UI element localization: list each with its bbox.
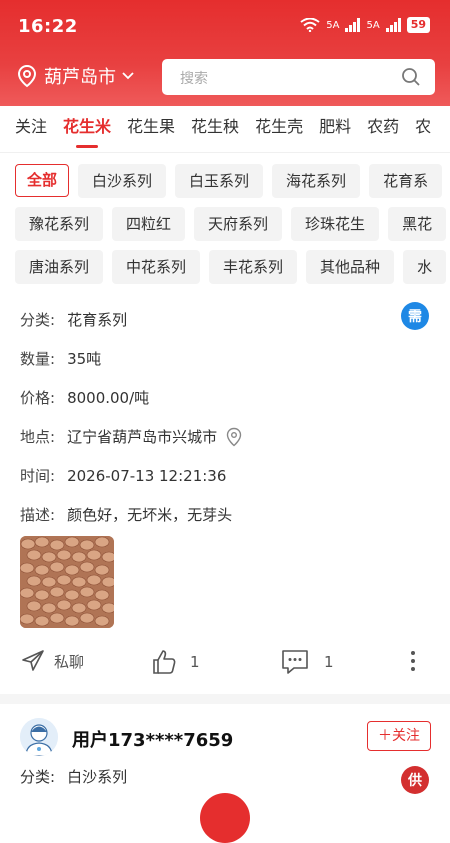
filter-chip[interactable]: 四粒红	[112, 207, 186, 241]
filter-chip[interactable]: 全部	[15, 164, 70, 197]
network-label-2: 5A	[366, 19, 380, 31]
tab-7[interactable]: 农	[407, 106, 439, 152]
time-value: 2026-07-13 12:21:36	[67, 466, 227, 485]
listing-actions: 私聊 1 1	[0, 640, 450, 686]
map-pin-icon[interactable]	[225, 427, 243, 447]
price-value: 8000.00/吨	[67, 389, 150, 407]
listing-card[interactable]: 分类: 花育系列 数量: 35吨 价格: 8000.00/吨 地点: 辽宁省葫芦岛市兴城…	[20, 300, 435, 534]
filter-chip[interactable]: 水	[403, 250, 447, 284]
avatar[interactable]	[20, 718, 58, 756]
private-chat-label: 私聊	[54, 652, 85, 671]
filter-chip[interactable]: 海花系列	[272, 164, 361, 198]
peanut-kernels-image	[20, 536, 114, 628]
filter-chip[interactable]: 中花系列	[112, 250, 201, 284]
chevron-down-icon	[122, 72, 134, 80]
listing-description: 描述: 颜色好，无坏米，无芽头	[20, 495, 435, 534]
category-label-2: 分类:	[20, 768, 56, 786]
filter-row: 豫花系列 四粒红 天府系列 珍珠花生 黑花	[0, 207, 450, 241]
more-options-button[interactable]	[408, 648, 418, 674]
plus-icon: ＋	[378, 728, 392, 744]
user-avatar-icon	[20, 718, 58, 756]
app-header: 16:22 5A 5A 59 葫芦岛市 搜索	[0, 0, 450, 106]
tab-5[interactable]: 肥料	[311, 106, 359, 152]
comment-count: 1	[324, 653, 334, 671]
filter-chip[interactable]: 唐油系列	[15, 250, 104, 284]
location-name: 葫芦岛市	[44, 67, 116, 88]
signal-icon-1	[345, 18, 361, 32]
listing-location: 地点: 辽宁省葫芦岛市兴城市	[20, 417, 435, 456]
comment-icon	[282, 650, 308, 674]
listing-card-2[interactable]: 分类: 白沙系列	[20, 766, 435, 787]
listing-quantity: 数量: 35吨	[20, 339, 435, 378]
tab-2[interactable]: 花生果	[119, 106, 183, 152]
wifi-icon	[300, 18, 320, 32]
search-placeholder: 搜索	[180, 71, 208, 87]
thumbs-up-icon	[153, 650, 176, 674]
filter-chip[interactable]: 白玉系列	[175, 164, 264, 198]
follow-label: 关注	[392, 728, 420, 744]
variety-filters: 全部 白沙系列 白玉系列 海花系列 花育系 豫花系列 四粒红 天府系列 珍珠花生 黑花 唐油系列 中花…	[0, 164, 450, 293]
listing-time: 时间: 2026-07-13 12:21:36	[20, 456, 435, 495]
filter-chip[interactable]: 黑花	[388, 207, 447, 241]
tab-4[interactable]: 花生壳	[247, 106, 311, 152]
section-divider	[0, 694, 450, 704]
filter-row: 唐油系列 中花系列 丰花系列 其他品种水	[0, 250, 450, 284]
price-label: 价格:	[20, 389, 56, 407]
search-icon[interactable]	[401, 67, 421, 87]
follow-button[interactable]: ＋关注	[367, 721, 431, 751]
product-photo[interactable]	[20, 536, 114, 628]
search-input[interactable]: 搜索	[162, 59, 435, 95]
private-chat-button[interactable]: 私聊	[20, 648, 84, 674]
location-value: 辽宁省葫芦岛市兴城市	[67, 428, 218, 446]
filter-chip[interactable]: 花育系	[369, 164, 443, 198]
category-tabs: 关注 花生米 花生果 花生秧 花生壳 肥料 农药农	[0, 106, 450, 153]
time-label: 时间:	[20, 467, 56, 485]
tab-3[interactable]: 花生秧	[183, 106, 247, 152]
quantity-value: 35吨	[67, 350, 102, 368]
listing-category: 分类: 花育系列	[20, 300, 435, 339]
filter-chip[interactable]: 白沙系列	[78, 164, 167, 198]
filter-chip[interactable]: 珍珠花生	[291, 207, 380, 241]
status-bar: 16:22 5A 5A 59	[0, 0, 450, 52]
quantity-label: 数量:	[20, 350, 56, 368]
listing-user-header: 用户173****7659 ＋关注	[0, 712, 450, 762]
battery-icon: 59	[406, 17, 430, 33]
category-value-2: 白沙系列	[67, 768, 128, 786]
tab-6[interactable]: 农药	[359, 106, 407, 152]
filter-chip[interactable]: 其他品种	[306, 250, 395, 284]
send-icon	[22, 650, 44, 671]
desc-value: 颜色好，无坏米，无芽头	[67, 506, 233, 524]
like-button[interactable]: 1	[150, 648, 200, 676]
more-vertical-icon	[411, 651, 415, 671]
like-count: 1	[190, 653, 200, 671]
publish-button[interactable]	[200, 793, 250, 843]
location-selector[interactable]: 葫芦岛市	[16, 63, 134, 89]
comment-button[interactable]: 1	[280, 648, 334, 676]
location-label: 地点:	[20, 428, 56, 446]
tab-0[interactable]: 关注	[0, 106, 55, 152]
filter-row: 全部 白沙系列 白玉系列 海花系列 花育系	[0, 164, 450, 198]
network-label-1: 5A	[326, 19, 340, 31]
category-label: 分类:	[20, 311, 56, 329]
location-pin-icon	[17, 64, 37, 88]
username[interactable]: 用户173****7659	[72, 726, 233, 752]
filter-chip[interactable]: 豫花系列	[15, 207, 104, 241]
signal-icon-2	[385, 18, 401, 32]
category-value: 花育系列	[67, 311, 128, 329]
filter-chip[interactable]: 丰花系列	[209, 250, 298, 284]
desc-label: 描述:	[20, 506, 56, 524]
filter-chip[interactable]: 天府系列	[194, 207, 283, 241]
listing-price: 价格: 8000.00/吨	[20, 378, 435, 417]
status-icons: 5A 5A 59	[300, 17, 430, 33]
tab-1[interactable]: 花生米	[55, 106, 119, 152]
status-time: 16:22	[18, 16, 78, 37]
